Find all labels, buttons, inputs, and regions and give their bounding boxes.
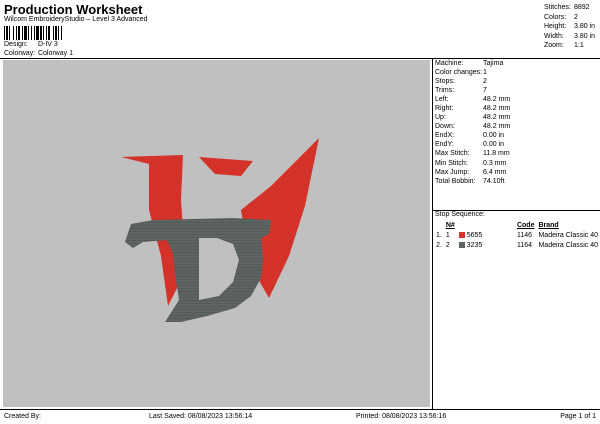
property-row: Stops: 2	[435, 77, 510, 86]
red-mid-flag	[199, 157, 253, 176]
barcode-bar	[46, 26, 47, 40]
footer-last-saved: Last Saved: 08/08/2023 13:56:14	[149, 413, 253, 420]
property-row: EndY: 0.00 in	[435, 140, 510, 149]
footer-page: Page 1 of 1	[560, 413, 596, 420]
property-value: 2	[483, 78, 487, 86]
barcode-bar	[61, 26, 62, 40]
stat-stitches: Stitches: 8892	[544, 4, 590, 11]
property-value: 74.10ft	[483, 177, 505, 185]
design-row: Design: D-IV 3	[4, 41, 58, 48]
stat-height: Height: 3.80 in	[544, 23, 596, 30]
barcode-bar	[36, 26, 39, 40]
barcode-bar	[6, 26, 8, 40]
barcode-bar	[18, 26, 20, 40]
property-row: Right: 48.2 mm	[435, 104, 510, 113]
property-value: 48.2 mm	[483, 96, 511, 104]
property-value: 7	[483, 87, 487, 95]
barcode-bar	[43, 26, 44, 40]
property-row: Total Bobbin: 74.10ft	[435, 177, 510, 186]
barcode-bar	[22, 26, 23, 40]
barcode-bar	[34, 26, 35, 40]
barcode-bar	[40, 26, 42, 40]
property-value: 48.2 mm	[483, 114, 511, 122]
property-label: Trims:	[435, 87, 455, 95]
property-label: Down:	[435, 123, 455, 131]
stat-colors: Colors: 2	[544, 13, 578, 21]
property-label: Stops:	[435, 78, 455, 86]
header-n: N#	[445, 221, 455, 229]
property-label: EndX:	[435, 132, 455, 140]
summary-stats: Stitches: 8892 Colors: 2 Height: 3.80 in Wi…	[544, 3, 600, 51]
barcode-bar	[53, 26, 54, 40]
property-label: Left:	[435, 96, 449, 104]
worksheet-title: Production Worksheet	[4, 2, 143, 17]
property-value: 0.00 in	[483, 141, 505, 149]
property-label: Max Jump:	[435, 168, 470, 176]
property-label: Max Stitch:	[435, 150, 470, 158]
barcode-bar	[9, 26, 10, 40]
panel-divider	[432, 58, 433, 409]
property-label: Up:	[435, 114, 446, 122]
property-row: EndX: 0.00 in	[435, 131, 510, 140]
stat-width: Width: 3.80 in	[544, 32, 596, 40]
property-row: Color changes: 1	[435, 68, 510, 77]
design-value: D-IV 3	[37, 41, 58, 48]
property-label: Right:	[435, 105, 454, 113]
property-value: 48.2 mm	[483, 105, 511, 113]
stop-sequence-table: N# Code Brand 1. 1 5655 1146 Madeira Cla…	[434, 220, 600, 250]
footer-created-by: Created By:	[4, 413, 41, 420]
property-value: 6.4 mm	[483, 168, 507, 176]
colorway-value: Colorway 1	[37, 50, 73, 57]
barcode-bar	[16, 26, 17, 40]
property-row: Trims: 7	[435, 86, 510, 95]
design-preview	[3, 60, 430, 407]
property-label: Total Bobbin:	[435, 177, 476, 185]
barcode-bar	[28, 26, 29, 40]
stop-sequence-title: Stop Sequence:	[435, 211, 485, 218]
barcode-bar	[31, 26, 32, 40]
property-row: Down: 48.2 mm	[435, 122, 510, 131]
property-value: 48.2 mm	[483, 123, 511, 131]
property-label: Color changes:	[435, 69, 483, 77]
property-value: Tajima	[483, 60, 504, 67]
barcode-bar	[48, 26, 50, 40]
barcode-bar	[24, 26, 27, 40]
footer-printed: Printed: 08/08/2023 13:56:16	[356, 413, 447, 420]
property-row: Machine: Tajima	[435, 59, 510, 68]
color-swatch	[458, 231, 465, 238]
barcode-bar	[4, 26, 5, 40]
colorway-row: Colorway: Colorway 1	[4, 50, 73, 57]
property-value: 0.3 mm	[483, 159, 507, 167]
embroidery-artwork	[121, 138, 319, 322]
header-brand: Brand	[538, 221, 559, 229]
colorway-label: Colorway:	[4, 50, 36, 57]
barcode-bar	[58, 26, 59, 40]
property-row: Up: 48.2 mm	[435, 113, 510, 122]
header-code: Code	[516, 221, 535, 229]
property-value: 1	[483, 69, 487, 77]
software-subtitle: Wilcom EmbroideryStudio – Level 3 Advanc…	[4, 16, 148, 23]
property-value: 11.8 mm	[483, 150, 510, 158]
stat-zoom: Zoom: 1:1	[544, 42, 584, 49]
gray-d-letter	[125, 218, 271, 322]
design-label: Design:	[4, 41, 28, 48]
stop-row: 1. 1 5655 1146 Madeira Classic 40	[436, 231, 598, 239]
stop-table-header: N# Code Brand	[434, 220, 600, 230]
barcode-bar	[55, 26, 57, 40]
property-row: Max Stitch: 11.8 mm	[435, 149, 510, 158]
property-value: 0.00 in	[483, 132, 505, 140]
property-row: Left: 48.2 mm	[435, 95, 510, 104]
color-swatch	[458, 241, 465, 248]
property-row: Min Stitch: 0.3 mm	[435, 159, 510, 168]
stop-row: 2. 2 3235 1164 Madeira Classic 40	[436, 241, 598, 249]
barcode	[4, 26, 62, 40]
property-label: Min Stitch:	[435, 159, 468, 167]
machine-properties: Machine: Tajima Color changes: 1 Stops: 2 Trim…	[435, 59, 510, 186]
footer-divider	[0, 409, 600, 410]
barcode-bar	[13, 26, 14, 40]
property-label: EndY:	[435, 141, 454, 149]
property-row: Max Jump: 6.4 mm	[435, 168, 510, 177]
property-label: Machine:	[435, 60, 464, 67]
